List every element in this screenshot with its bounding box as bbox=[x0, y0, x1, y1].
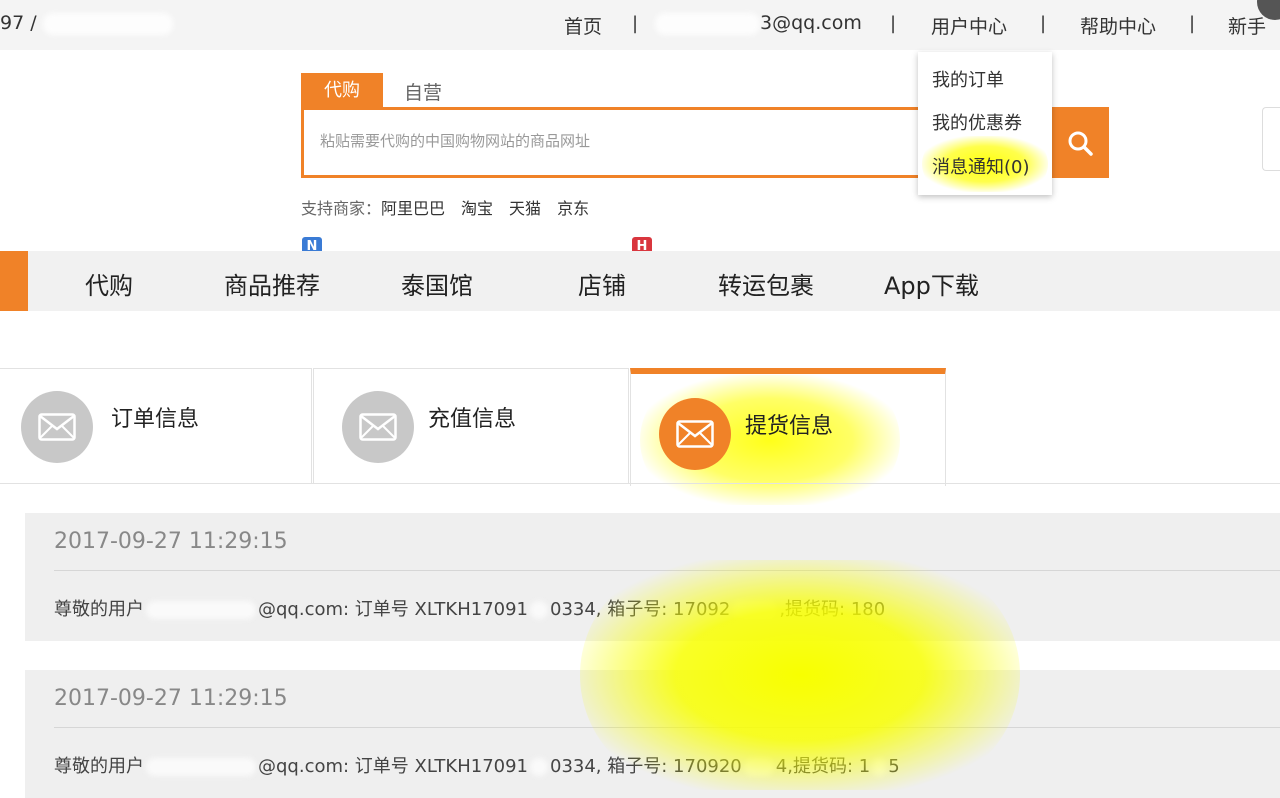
top-bar-left: 97 / bbox=[0, 12, 173, 35]
side-panel-edge bbox=[1262, 107, 1280, 171]
nav-accent-bar bbox=[0, 251, 28, 311]
menu-item-my-coupons[interactable]: 我的优惠券 bbox=[932, 109, 1022, 135]
menu-item-my-orders[interactable]: 我的订单 bbox=[932, 66, 1004, 92]
top-bar-left-fragment: 97 / bbox=[0, 12, 37, 34]
search-input[interactable] bbox=[320, 132, 880, 150]
user-email-link[interactable]: 3@qq.com bbox=[655, 12, 862, 35]
shop-link-taobao[interactable]: 淘宝 bbox=[461, 199, 493, 218]
tabs-divider bbox=[0, 483, 1280, 484]
message-body: 尊敬的用户 @qq.com: 订单号 XLTKH17091 0334, 箱子号: 1… bbox=[54, 752, 900, 778]
search-tab-self-operated[interactable]: 自营 bbox=[404, 78, 442, 105]
tab-pickup-info[interactable]: 提货信息 bbox=[630, 368, 946, 486]
redacted-region bbox=[655, 12, 760, 35]
tab-recharge-info-label: 充值信息 bbox=[428, 407, 517, 432]
redacted-region bbox=[146, 758, 256, 776]
redacted-region bbox=[530, 758, 548, 776]
redacted-region bbox=[146, 601, 256, 619]
nav-item-app-download[interactable]: App下载 bbox=[884, 266, 979, 301]
message-text-part: 0334, 箱子号: 170920 bbox=[550, 756, 742, 777]
search-icon bbox=[1068, 131, 1093, 156]
main-nav: 代购 商品推荐 泰国馆 店铺 转运包裹 App下载 bbox=[0, 251, 1280, 311]
tab-recharge-info[interactable]: 充值信息 bbox=[313, 368, 629, 484]
beginner-guide-link[interactable]: 新手 bbox=[1228, 12, 1266, 39]
user-email-text: 3@qq.com bbox=[760, 12, 862, 34]
message-card: 2017-09-27 11:29:15 尊敬的用户 @qq.com: 订单号 XL… bbox=[25, 670, 1280, 798]
message-text-part: @qq.com: 订单号 XLTKH17091 bbox=[258, 599, 528, 620]
shop-link-alibaba[interactable]: 阿里巴巴 bbox=[381, 199, 445, 218]
message-text-part: @qq.com: 订单号 XLTKH17091 bbox=[258, 756, 528, 777]
redacted-region bbox=[530, 601, 548, 619]
message-card: 2017-09-27 11:29:15 尊敬的用户 @qq.com: 订单号 XL… bbox=[25, 513, 1280, 641]
separator: | bbox=[1189, 13, 1196, 34]
message-text-part: ,提货码: 180 bbox=[779, 599, 886, 620]
tab-order-info[interactable]: 订单信息 bbox=[0, 368, 312, 484]
nav-item-recommended[interactable]: 商品推荐 bbox=[224, 266, 320, 301]
tab-order-info-label: 订单信息 bbox=[111, 407, 200, 432]
nav-item-stores[interactable]: 店铺 bbox=[578, 266, 626, 301]
search-button[interactable] bbox=[1050, 107, 1109, 178]
user-center-dropdown: 我的订单 我的优惠券 消息通知(0) bbox=[918, 52, 1052, 195]
redacted-region bbox=[872, 758, 887, 776]
separator: | bbox=[632, 13, 639, 34]
tab-pickup-info-label: 提货信息 bbox=[745, 414, 834, 439]
separator: | bbox=[890, 13, 897, 34]
message-body: 尊敬的用户 @qq.com: 订单号 XLTKH17091 0334, 箱子号: 1… bbox=[54, 595, 885, 621]
redacted-region bbox=[732, 601, 778, 619]
envelope-icon bbox=[342, 391, 414, 463]
redacted-region bbox=[42, 12, 173, 35]
message-greeting: 尊敬的用户 bbox=[54, 756, 144, 777]
message-greeting: 尊敬的用户 bbox=[54, 599, 144, 620]
supported-shops: 支持商家：阿里巴巴 淘宝 天猫 京东 bbox=[301, 195, 605, 219]
divider bbox=[54, 727, 1280, 728]
nav-home-link[interactable]: 首页 bbox=[564, 12, 602, 39]
envelope-icon bbox=[21, 391, 93, 463]
search-tab-daigou[interactable]: 代购 bbox=[301, 73, 383, 108]
shop-link-tmall[interactable]: 天猫 bbox=[509, 199, 541, 218]
nav-item-thailand[interactable]: 泰国馆 bbox=[401, 266, 473, 301]
message-text-part: 4,提货码: 1 bbox=[775, 756, 871, 777]
supported-shops-label: 支持商家： bbox=[301, 199, 382, 218]
divider bbox=[54, 570, 1280, 571]
envelope-icon bbox=[659, 398, 731, 470]
user-center-link[interactable]: 用户中心 bbox=[931, 12, 1007, 39]
message-timestamp: 2017-09-27 11:29:15 bbox=[54, 529, 288, 554]
message-text-part: 5 bbox=[888, 756, 900, 777]
message-text-part: 0334, 箱子号: 17092 bbox=[550, 599, 731, 620]
menu-item-notifications[interactable]: 消息通知(0) bbox=[932, 153, 1030, 179]
help-center-link[interactable]: 帮助中心 bbox=[1080, 12, 1156, 39]
top-bar: 97 / 首页 | 3@qq.com | 用户中心 | 帮助中心 | 新手 bbox=[0, 0, 1280, 50]
redacted-region bbox=[743, 758, 774, 776]
message-timestamp: 2017-09-27 11:29:15 bbox=[54, 686, 288, 711]
shop-link-jd[interactable]: 京东 bbox=[557, 199, 589, 218]
nav-item-daigou[interactable]: 代购 bbox=[85, 266, 133, 301]
separator: | bbox=[1040, 13, 1047, 34]
nav-item-forwarding[interactable]: 转运包裹 bbox=[718, 266, 814, 301]
